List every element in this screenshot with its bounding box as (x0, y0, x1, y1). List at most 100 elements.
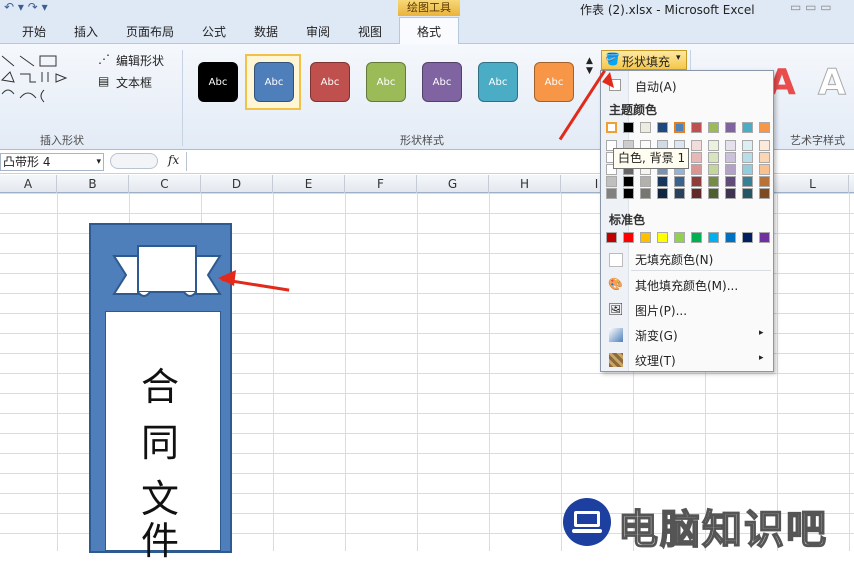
standard-color-cell[interactable] (623, 232, 634, 243)
theme-color-cell[interactable] (708, 152, 719, 163)
tab-page-layout[interactable]: 页面布局 (126, 23, 174, 40)
theme-color-cell[interactable] (725, 164, 736, 175)
theme-color-cell[interactable] (606, 188, 617, 199)
theme-color-cell[interactable] (742, 152, 753, 163)
theme-color-cell[interactable] (691, 176, 702, 187)
column-header[interactable]: B (57, 175, 129, 193)
theme-color-cell[interactable] (640, 188, 651, 199)
theme-color-cell[interactable] (606, 122, 617, 133)
column-header[interactable]: E (273, 175, 345, 193)
shape-fill-button[interactable]: 🪣 形状填充 ▾ (601, 50, 687, 70)
theme-color-cell[interactable] (725, 122, 736, 133)
theme-color-cell[interactable] (742, 176, 753, 187)
standard-color-cell[interactable] (640, 232, 651, 243)
theme-color-cell[interactable] (691, 164, 702, 175)
theme-color-cell[interactable] (623, 188, 634, 199)
theme-color-cell[interactable] (623, 176, 634, 187)
theme-color-cell[interactable] (708, 164, 719, 175)
column-header[interactable]: C (129, 175, 201, 193)
tab-formulas[interactable]: 公式 (202, 23, 226, 40)
shape-style-swatch[interactable]: Abc (366, 62, 406, 102)
theme-color-cell[interactable] (742, 122, 753, 133)
banner-ribbon-icon[interactable] (112, 240, 224, 306)
standard-color-cell[interactable] (742, 232, 753, 243)
insert-function-icon[interactable]: fx (168, 153, 179, 167)
theme-color-cell[interactable] (759, 140, 770, 151)
tab-insert[interactable]: 插入 (74, 23, 98, 40)
standard-color-cell[interactable] (759, 232, 770, 243)
theme-color-cell[interactable] (725, 152, 736, 163)
menu-picture[interactable]: 图片(P)... (635, 302, 687, 319)
window-controls-icon[interactable]: ▭ ▭ ▭ (790, 0, 832, 14)
theme-color-cell[interactable] (691, 122, 702, 133)
standard-color-cell[interactable] (708, 232, 719, 243)
theme-color-cell[interactable] (606, 176, 617, 187)
chevron-down-icon[interactable]: ▾ (96, 154, 101, 170)
tab-home[interactable]: 开始 (22, 23, 46, 40)
text-box-button[interactable]: 文本框 (116, 74, 152, 91)
standard-color-cell[interactable] (674, 232, 685, 243)
theme-color-cell[interactable] (742, 164, 753, 175)
theme-color-cell[interactable] (759, 122, 770, 133)
menu-auto[interactable]: 自动(A) (635, 78, 677, 95)
gallery-scroll-icon[interactable]: ▲ ▼ (586, 56, 593, 76)
theme-color-cell[interactable] (759, 176, 770, 187)
theme-color-cell[interactable] (708, 122, 719, 133)
formula-toggle[interactable] (110, 153, 158, 169)
menu-gradient[interactable]: 渐变(G) (635, 327, 678, 344)
theme-color-cell[interactable] (759, 188, 770, 199)
theme-color-cell[interactable] (640, 176, 651, 187)
wordart-white-icon[interactable]: A (818, 62, 847, 104)
shape-style-swatch[interactable]: Abc (254, 62, 294, 102)
shape-style-swatch[interactable]: Abc (198, 62, 238, 102)
tab-review[interactable]: 审阅 (306, 23, 330, 40)
edit-shape-icon[interactable]: ⋰ (98, 52, 110, 66)
theme-color-cell[interactable] (759, 152, 770, 163)
tab-view[interactable]: 视图 (358, 23, 382, 40)
name-box[interactable]: 凸带形 4 ▾ (0, 153, 104, 171)
tab-format[interactable]: 格式 (399, 17, 459, 45)
theme-color-cell[interactable] (725, 140, 736, 151)
tab-data[interactable]: 数据 (254, 23, 278, 40)
column-header[interactable]: L (777, 175, 849, 193)
standard-color-cell[interactable] (691, 232, 702, 243)
shape-style-swatch[interactable]: Abc (422, 62, 462, 102)
theme-color-cell[interactable] (674, 176, 685, 187)
theme-color-cell[interactable] (691, 152, 702, 163)
theme-color-cell[interactable] (640, 122, 651, 133)
theme-color-cell[interactable] (708, 140, 719, 151)
theme-color-cell[interactable] (674, 122, 685, 133)
undo-icon[interactable]: ↶ ▾ ↷ ▾ (4, 0, 48, 14)
standard-color-cell[interactable] (606, 232, 617, 243)
menu-more-colors[interactable]: 其他填充颜色(M)... (635, 277, 738, 294)
theme-color-cell[interactable] (725, 188, 736, 199)
column-header[interactable]: D (201, 175, 273, 193)
text-box-icon[interactable]: ▤ (98, 74, 109, 88)
theme-color-cell[interactable] (691, 140, 702, 151)
menu-texture[interactable]: 纹理(T) (635, 352, 676, 369)
column-header[interactable]: G (417, 175, 489, 193)
theme-color-cell[interactable] (708, 188, 719, 199)
theme-color-cell[interactable] (691, 188, 702, 199)
theme-color-cell[interactable] (657, 122, 668, 133)
theme-color-cell[interactable] (708, 176, 719, 187)
theme-color-cell[interactable] (742, 188, 753, 199)
theme-color-cell[interactable] (657, 176, 668, 187)
standard-color-cell[interactable] (657, 232, 668, 243)
standard-color-cell[interactable] (725, 232, 736, 243)
theme-color-cell[interactable] (623, 122, 634, 133)
column-header[interactable]: A (0, 175, 57, 193)
theme-color-cell[interactable] (674, 188, 685, 199)
shape-style-swatch[interactable]: Abc (310, 62, 350, 102)
edit-shape-button[interactable]: 编辑形状 (116, 52, 164, 69)
shapes-gallery[interactable] (0, 52, 80, 112)
theme-color-cell[interactable] (657, 188, 668, 199)
column-header[interactable]: H (489, 175, 561, 193)
column-header[interactable]: F (345, 175, 417, 193)
theme-color-cell[interactable] (742, 140, 753, 151)
shape-style-swatch[interactable]: Abc (534, 62, 574, 102)
menu-no-fill[interactable]: 无填充颜色(N) (635, 251, 713, 268)
theme-color-cell[interactable] (725, 176, 736, 187)
shape-style-swatch[interactable]: Abc (478, 62, 518, 102)
theme-color-cell[interactable] (759, 164, 770, 175)
